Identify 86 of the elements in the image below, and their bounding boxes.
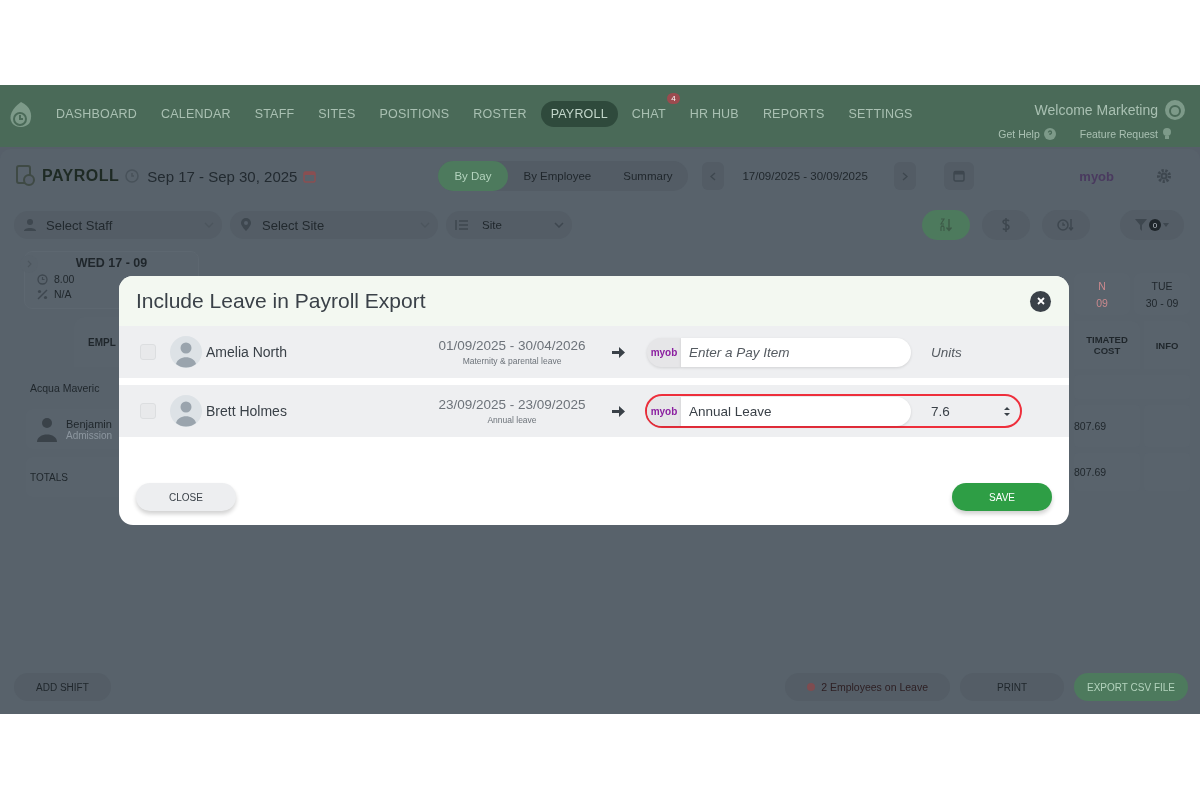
location-pin-icon (240, 217, 252, 233)
view-tab[interactable]: Summary (607, 161, 689, 191)
nav-item[interactable]: CALENDAR (151, 101, 241, 127)
day-name: TUE (1151, 279, 1173, 292)
leave-dates: 23/09/2025 - 23/09/2025 (438, 397, 586, 412)
avatar-placeholder (170, 395, 202, 427)
pay-item-field[interactable]: Enter a Pay Item (681, 337, 911, 367)
settings-icon[interactable] (1156, 168, 1172, 184)
leave-type: Annual leave (487, 415, 537, 425)
employees-on-leave-button[interactable]: 2 Employees on Leave (785, 673, 950, 701)
units-field[interactable]: Units (929, 343, 993, 361)
day-date: 09 (1096, 296, 1108, 309)
cost-value: 807.69 (1074, 420, 1107, 432)
employee-name: Amelia North (206, 344, 288, 360)
payroll-icon (16, 165, 36, 187)
previous-button[interactable] (702, 162, 725, 190)
period-text: Sep 17 - Sep 30, 2025 (147, 167, 298, 185)
percent-value: N/A (54, 288, 72, 300)
group-by-select[interactable]: Site (446, 211, 572, 239)
day-label: WED 17 - 09 (74, 256, 149, 270)
site-select[interactable]: Select Site (230, 211, 438, 239)
x-icon (1036, 297, 1045, 305)
totals-label: TOTALS (30, 471, 68, 483)
welcome-text: Welcome Marketing (1034, 102, 1158, 118)
nav-item[interactable]: HR HUB (679, 101, 749, 127)
view-tab[interactable]: By Employee (507, 161, 608, 191)
myob-logo: myob (647, 396, 681, 426)
units-field[interactable]: 7.6 (929, 402, 993, 420)
export-csv-button[interactable]: EXPORT CSV FILE (1074, 673, 1188, 701)
time-sort-button[interactable] (1042, 210, 1090, 240)
calendar-button[interactable] (943, 162, 974, 190)
nav-item[interactable]: REPORTS (752, 101, 835, 127)
arrow-right-icon (611, 405, 625, 417)
sort-az-icon (938, 218, 954, 232)
avatar-placeholder (170, 336, 202, 368)
column-header: EMPL (88, 336, 116, 348)
lightbulb-icon[interactable] (1162, 127, 1172, 140)
save-button[interactable]: SAVE (952, 483, 1052, 511)
close-icon[interactable] (1030, 290, 1051, 312)
logo-icon[interactable] (8, 100, 34, 130)
filter-button[interactable]: 0 (1120, 210, 1184, 240)
feature-request-link[interactable]: Feature Request (1079, 127, 1158, 140)
calendar-icon[interactable] (303, 169, 317, 183)
sort-az-button[interactable] (922, 210, 970, 240)
staff-select[interactable]: Select Staff (14, 211, 222, 239)
print-button[interactable]: PRINT (960, 673, 1064, 701)
add-shift-button[interactable]: ADD SHIFT (14, 673, 111, 701)
employee-name: Benjamin (66, 417, 113, 430)
nav-item[interactable]: CHAT (621, 101, 676, 127)
help-link[interactable]: Get Help (998, 127, 1040, 140)
notification-badge: 4 (667, 93, 680, 104)
date-range-field[interactable]: 17/09/2025 - 30/09/2025 (730, 170, 880, 182)
page-title: PAYROLL (42, 167, 120, 185)
group-name: Acqua Maveric (30, 382, 100, 394)
nav-item[interactable]: SITES (308, 101, 366, 127)
day-name: N (1098, 279, 1106, 292)
day-date: 30 - 09 (1145, 296, 1179, 309)
avatar-placeholder (36, 416, 58, 442)
nav-item[interactable]: POSITIONS (369, 101, 460, 127)
hours-value: 8.00 (54, 273, 75, 285)
nav-item[interactable]: STAFF (244, 101, 305, 127)
nav-item[interactable]: DASHBOARD (46, 101, 147, 127)
view-tab[interactable]: By Day (438, 161, 508, 191)
clock-sort-icon (1057, 218, 1075, 232)
status-dot (807, 683, 816, 691)
user-avatar-icon[interactable] (1164, 99, 1186, 121)
nav-item[interactable]: ROSTER (463, 101, 537, 127)
close-button[interactable]: CLOSE (136, 483, 236, 511)
arrow-right-icon (611, 346, 625, 358)
total-cost-value: 807.69 (1074, 466, 1107, 478)
next-button[interactable] (893, 162, 916, 190)
dialog-title: Include Leave in Payroll Export (136, 289, 427, 313)
nav-item[interactable]: PAYROLL (540, 101, 618, 127)
spinner-icon[interactable] (1004, 405, 1010, 417)
pay-item-field[interactable]: Annual Leave (681, 396, 911, 426)
cost-button[interactable] (982, 210, 1030, 240)
nav-item[interactable]: SETTINGS (838, 101, 923, 127)
myob-logo: myob (647, 337, 681, 367)
percent-icon (37, 288, 48, 300)
column-header: TIMATED COST (1085, 334, 1129, 356)
column-header: INFO (1155, 339, 1179, 351)
leave-dates: 01/09/2025 - 30/04/2026 (438, 338, 586, 353)
employee-name: Brett Holmes (206, 403, 288, 419)
clock-icon (37, 273, 48, 285)
leave-type: Maternity & parental leave (462, 356, 562, 366)
help-icon[interactable] (1043, 127, 1056, 140)
